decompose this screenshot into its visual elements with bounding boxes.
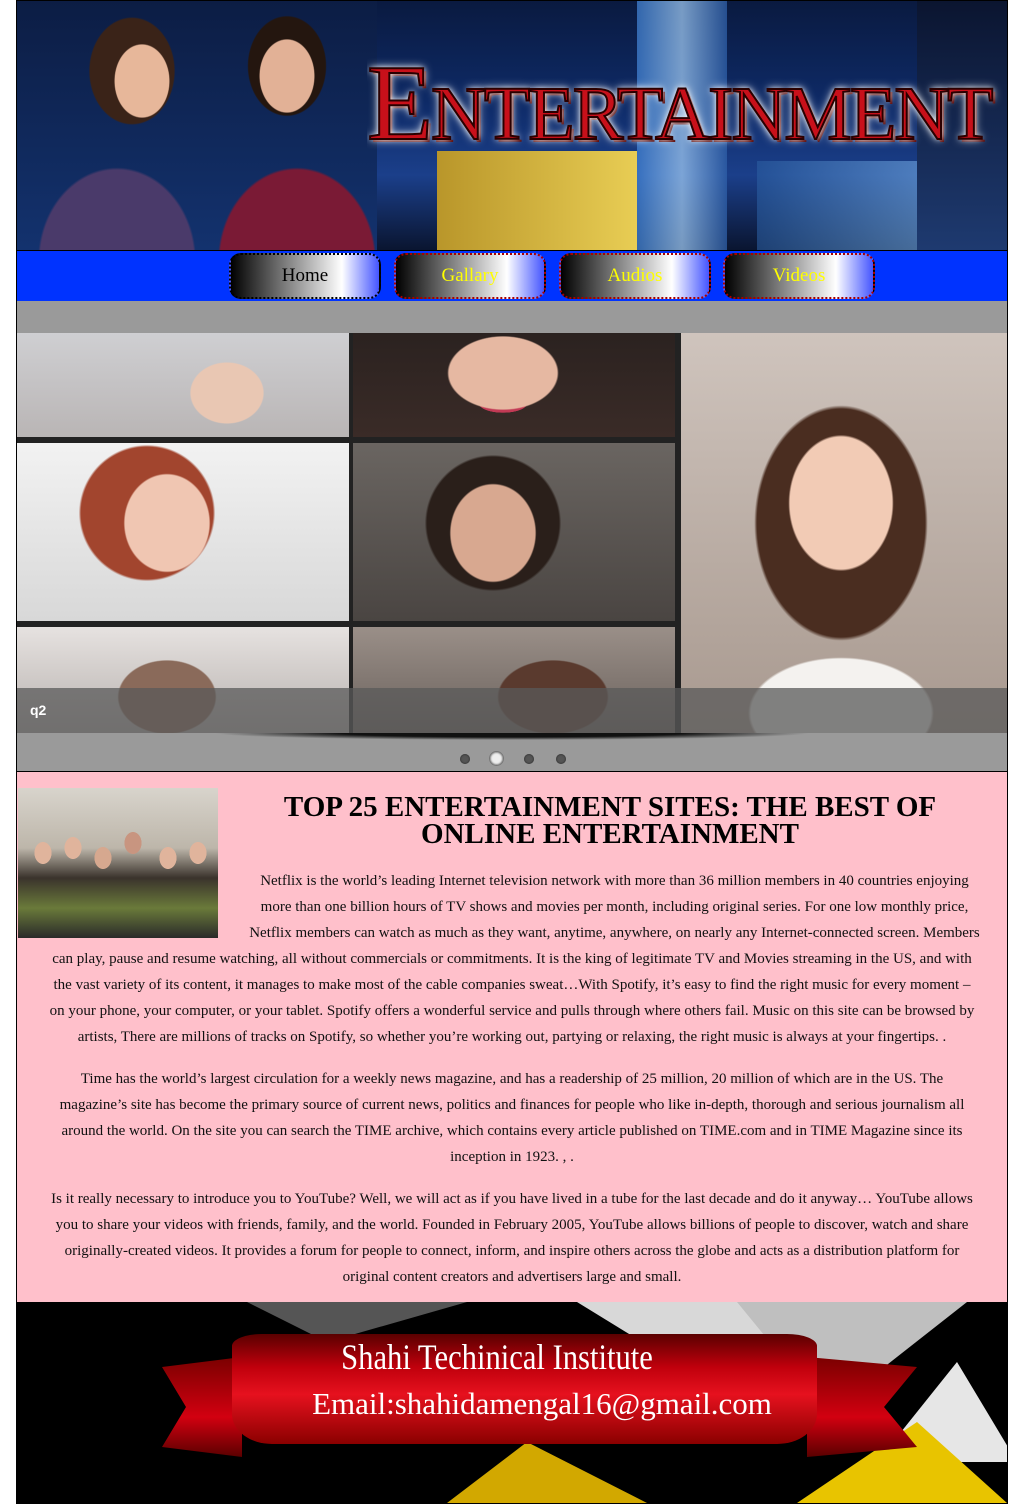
slider-dot-active[interactable] bbox=[489, 751, 504, 766]
paragraph-line: inception in 1923. , . bbox=[450, 1149, 574, 1165]
paragraph-line: Is it really necessary to introduce you … bbox=[51, 1191, 973, 1207]
site-logo-title: Entertainment bbox=[367, 43, 995, 164]
slide-photo-tile bbox=[681, 333, 1007, 733]
slide-caption-bar: q2 bbox=[17, 688, 1007, 733]
slide-photo-tile bbox=[353, 333, 675, 437]
slide-photo-tile bbox=[17, 443, 349, 621]
paragraph-line: original content creators and advertiser… bbox=[342, 1269, 682, 1285]
slider-dot[interactable] bbox=[556, 754, 566, 764]
institute-name: Shahi Techinical Institute bbox=[341, 1337, 653, 1377]
header-banner: Entertainment bbox=[17, 1, 1007, 250]
paragraph-line: originally-created videos. It provides a… bbox=[64, 1243, 960, 1259]
banner-people-photo bbox=[17, 1, 377, 250]
paragraph-time: Time has the world’s largest circulation… bbox=[17, 1066, 1007, 1170]
paragraph-line: artists, There are millions of tracks on… bbox=[77, 1029, 947, 1045]
paragraph-line: the vast variety of its content, it mana… bbox=[53, 977, 971, 993]
nav-videos-button[interactable]: Videos bbox=[723, 253, 875, 299]
footer-shard-graphic bbox=[447, 1442, 647, 1503]
group-photo bbox=[18, 788, 218, 938]
ribbon-tail-left bbox=[162, 1357, 242, 1457]
paragraph-youtube: Is it really necessary to introduce you … bbox=[17, 1186, 1007, 1290]
image-slider[interactable]: q2 bbox=[17, 333, 1007, 733]
footer-banner: Shahi Techinical Institute Email:shahida… bbox=[17, 1302, 1007, 1503]
paragraph-line: Netflix is the world’s leading Internet … bbox=[260, 873, 969, 889]
nav-gallary-button[interactable]: Gallary bbox=[394, 253, 546, 299]
slider-top-bar bbox=[17, 301, 1007, 333]
page-frame: Entertainment Home Gallary Audios Videos… bbox=[16, 0, 1008, 1504]
nav-audios-button[interactable]: Audios bbox=[559, 253, 711, 299]
slider-shadow bbox=[87, 733, 937, 743]
paragraph-line: can play, pause and resume watching, all… bbox=[52, 951, 972, 967]
paragraph-line: more than one billion hours of TV shows … bbox=[260, 899, 969, 915]
slide-caption: q2 bbox=[30, 702, 47, 718]
nav-home-button[interactable]: Home bbox=[229, 253, 381, 299]
paragraph-line: on your phone, your computer, or your ta… bbox=[49, 1003, 975, 1019]
article-title: TOP 25 ENTERTAINMENT SITES: THE BEST OF … bbox=[283, 791, 937, 850]
contact-email: Email:shahidamengal16@gmail.com bbox=[312, 1386, 772, 1421]
paragraph-line: around the world. On the site you can se… bbox=[61, 1123, 963, 1139]
slide-photo-tile bbox=[17, 333, 349, 437]
article-section: TOP 25 ENTERTAINMENT SITES: THE BEST OF … bbox=[17, 772, 1007, 1303]
paragraph-line: you to share your videos with friends, f… bbox=[55, 1217, 969, 1233]
paragraph-line: Time has the world’s largest circulation… bbox=[80, 1071, 944, 1087]
paragraph-line: Netflix members can watch as much as the… bbox=[249, 925, 980, 941]
paragraph-line: magazine’s site has become the primary s… bbox=[59, 1097, 965, 1113]
slider-pagination bbox=[17, 733, 1007, 772]
slide-photo-tile bbox=[353, 443, 675, 621]
slider-dot[interactable] bbox=[524, 754, 534, 764]
main-nav: Home Gallary Audios Videos bbox=[17, 250, 1007, 302]
slider-dot[interactable] bbox=[460, 754, 470, 764]
